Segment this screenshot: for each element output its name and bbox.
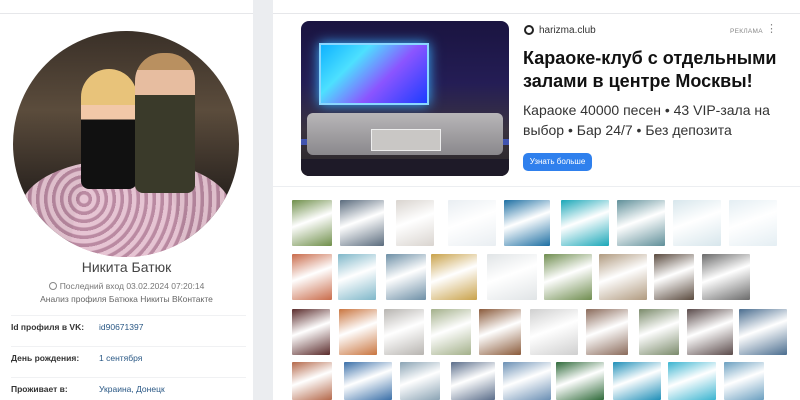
photo-thumbnail[interactable] (340, 200, 384, 246)
photo-thumbnail[interactable] (338, 254, 376, 300)
photo-thumbnail[interactable] (292, 200, 332, 246)
field-label: Проживает в: (11, 384, 68, 394)
field-value-birthday[interactable]: 1 сентября (99, 353, 142, 363)
photo-thumbnail[interactable] (487, 254, 537, 300)
photo-thumbnail[interactable] (544, 254, 592, 300)
photo-thumbnail[interactable] (556, 362, 604, 400)
photo-thumbnail[interactable] (639, 309, 679, 355)
top-divider (0, 0, 253, 14)
photo-thumbnail[interactable] (396, 200, 434, 246)
photo-thumbnail[interactable] (687, 309, 733, 355)
field-row-birthday: День рождения: 1 сентября (11, 346, 246, 368)
photo-thumbnail[interactable] (292, 309, 330, 355)
photo-thumbnail[interactable] (339, 309, 377, 355)
field-label: День рождения: (11, 353, 80, 363)
photo-thumbnail[interactable] (344, 362, 392, 400)
photo-thumbnail[interactable] (599, 254, 647, 300)
clock-icon (48, 282, 57, 290)
photo-thumbnail[interactable] (530, 309, 578, 355)
photo-thumbnail[interactable] (729, 200, 777, 246)
photo-thumbnail[interactable] (451, 362, 495, 400)
field-value-location[interactable]: Украина, Донецк (99, 384, 165, 394)
photo-thumbnail[interactable] (586, 309, 628, 355)
avatar-person-right (135, 53, 195, 193)
photo-thumbnail[interactable] (739, 309, 787, 355)
photo-thumbnail[interactable] (384, 309, 424, 355)
last-seen: Последний вход 03.02.2024 07:20:14 (0, 281, 253, 291)
avatar-person-left (81, 69, 137, 189)
analysis-caption: Анализ профиля Батюка Никиты ВКонтакте (40, 294, 213, 304)
photo-thumbnail[interactable] (400, 362, 440, 400)
photo-thumbnail[interactable] (386, 254, 426, 300)
photo-thumbnail[interactable] (431, 254, 477, 300)
profile-card: Никита Батюк Последний вход 03.02.2024 0… (0, 0, 253, 400)
photo-thumbnail[interactable] (448, 200, 496, 246)
field-value-vk-id[interactable]: id90671397 (99, 322, 143, 332)
photo-thumbnail[interactable] (504, 200, 550, 246)
right-panel: harizma.club РЕКЛАМА ⋮ Караоке-клуб с от… (273, 0, 800, 400)
photo-thumbnail[interactable] (503, 362, 551, 400)
avatar[interactable] (13, 31, 239, 257)
photo-thumbnail[interactable] (292, 362, 332, 400)
photo-thumbnail[interactable] (479, 309, 521, 355)
field-row-vk-id: Id профиля в VK: id90671397 (11, 315, 246, 337)
photo-thumbnail[interactable] (613, 362, 661, 400)
photo-thumbnail[interactable] (292, 254, 332, 300)
photo-thumbnail[interactable] (654, 254, 694, 300)
photo-thumbnail[interactable] (673, 200, 721, 246)
photo-gallery (273, 0, 800, 400)
field-row-location: Проживает в: Украина, Донецк (11, 377, 246, 399)
last-seen-text: Последний вход 03.02.2024 07:20:14 (59, 281, 205, 291)
field-label: Id профиля в VK: (11, 322, 85, 332)
photo-thumbnail[interactable] (702, 254, 750, 300)
profile-name: Никита Батюк (81, 259, 172, 275)
photo-thumbnail[interactable] (617, 200, 665, 246)
photo-thumbnail[interactable] (561, 200, 609, 246)
photo-thumbnail[interactable] (668, 362, 716, 400)
photo-thumbnail[interactable] (431, 309, 471, 355)
photo-thumbnail[interactable] (724, 362, 764, 400)
